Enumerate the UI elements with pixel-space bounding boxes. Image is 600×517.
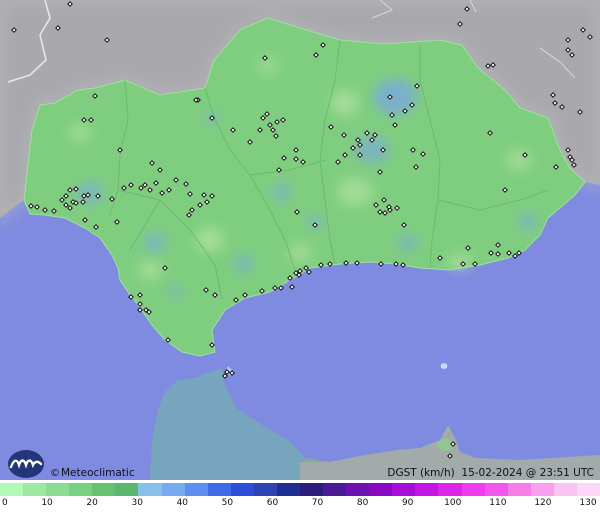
- legend-swatch: [92, 483, 116, 496]
- legend-tick-label: 50: [221, 498, 234, 508]
- timestamp-label: 15-02-2024 @ 23:51 UTC: [461, 467, 594, 479]
- legend-tick-label: 30: [131, 498, 143, 508]
- legend-swatch: [415, 483, 440, 496]
- color-scale-legend: 0 10 20 30 40 50 60 70 80 90 100 110 120 130: [0, 480, 600, 517]
- legend-tick-label: 0: [2, 498, 8, 508]
- color-scale-swatches: [0, 480, 600, 496]
- alboran-island: [440, 363, 448, 369]
- legend-tick-label: 60: [266, 498, 279, 508]
- legend-swatch: [0, 483, 24, 496]
- legend-swatch: [346, 483, 370, 496]
- map-viewer: ©Meteoclimatic DGST (km/h) 15-02-2024 @ …: [0, 0, 600, 517]
- legend-swatch: [253, 483, 278, 496]
- legend-swatch: [161, 483, 186, 496]
- legend-tick-label: 100: [444, 498, 462, 508]
- legend-swatch: [138, 483, 163, 496]
- legend-swatch: [530, 483, 555, 496]
- legend-swatch: [576, 483, 600, 496]
- source-name: Meteoclimatic: [61, 467, 135, 479]
- legend-swatch: [276, 483, 301, 496]
- legend-swatch: [369, 483, 393, 496]
- legend-swatch: [69, 483, 93, 496]
- legend-tick-label: 90: [401, 498, 414, 508]
- source-credit: ©Meteoclimatic: [50, 467, 135, 480]
- legend-swatch: [392, 483, 416, 496]
- legend-tick-label: 130: [579, 498, 597, 508]
- morocco-coastal-green: [437, 439, 453, 451]
- legend-tick-label: 20: [86, 498, 98, 508]
- legend-tick-label: 80: [356, 498, 369, 508]
- copyright-symbol: ©: [50, 468, 60, 479]
- legend-swatch: [484, 483, 509, 496]
- legend-tick-label: 70: [311, 498, 324, 508]
- legend-swatch: [46, 483, 70, 496]
- legend-tick-label: 120: [534, 498, 552, 508]
- map-header: DGST (km/h) 15-02-2024 @ 23:51 UTC: [387, 467, 594, 480]
- legend-swatch: [461, 483, 486, 496]
- legend-swatch: [207, 483, 232, 496]
- legend-swatch: [23, 483, 47, 496]
- legend-swatch: [230, 483, 255, 496]
- legend-swatch: [300, 483, 324, 496]
- legend-swatch: [184, 483, 209, 496]
- variable-label: DGST (km/h): [387, 467, 455, 479]
- legend-swatch: [438, 483, 463, 496]
- legend-tick-label: 40: [176, 498, 189, 508]
- wind-gust-map: [0, 0, 600, 480]
- legend-tick-label: 110: [489, 498, 507, 508]
- legend-swatch: [507, 483, 532, 496]
- legend-tick-label: 10: [41, 498, 53, 508]
- meteoclimatic-logo-icon: [4, 449, 48, 479]
- legend-swatch: [115, 483, 140, 496]
- legend-swatch: [553, 483, 578, 496]
- legend-swatch: [323, 483, 347, 496]
